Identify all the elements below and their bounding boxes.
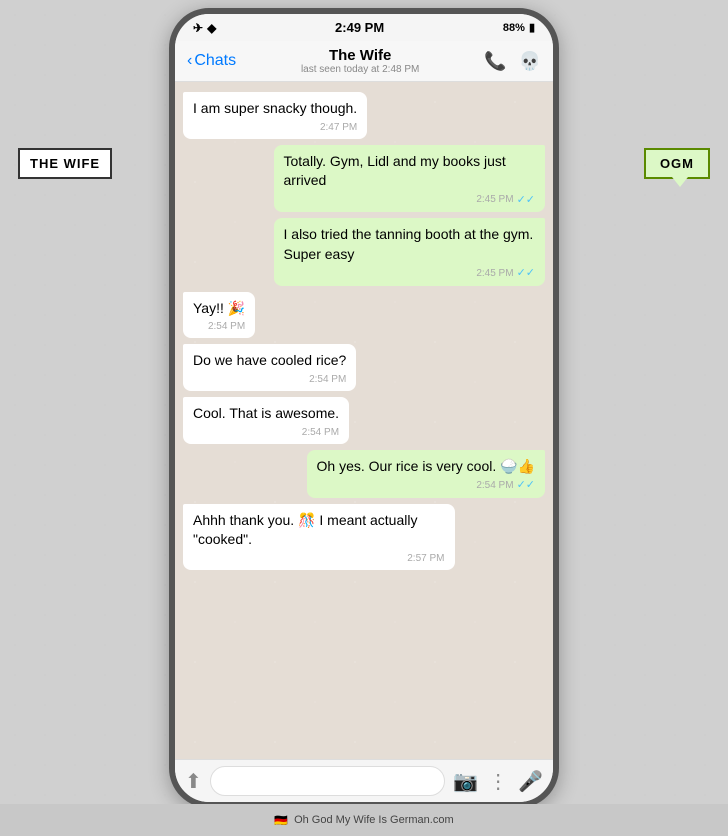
message-input[interactable] <box>210 766 445 796</box>
message-bubble: Oh yes. Our rice is very cool. 🍚👍 2:54 PM… <box>307 450 545 498</box>
camera-button[interactable]: 📷 <box>453 769 478 794</box>
skull-icon[interactable]: 💀 <box>519 51 541 72</box>
message-check: ✓✓ <box>517 478 535 493</box>
message-bubble: Do we have cooled rice? 2:54 PM <box>183 344 356 391</box>
message-bubble: I am super snacky though. 2:47 PM <box>183 92 367 139</box>
footer-text: Oh God My Wife Is German.com <box>294 814 454 826</box>
ogm-label: OGM <box>644 148 710 179</box>
nav-icons: 📞 💀 <box>484 51 541 72</box>
message-check: ✓✓ <box>517 266 535 281</box>
message-text: Do we have cooled rice? <box>193 352 346 368</box>
message-time: 2:45 PM <box>476 267 513 281</box>
message-check: ✓✓ <box>517 193 535 208</box>
nav-bar: ‹ Chats The Wife last seen today at 2:48… <box>175 41 553 82</box>
bottom-icons: 📷 ⋮ 🎤 <box>453 769 543 794</box>
battery-pct: 88% <box>503 22 525 34</box>
message-row: Ahhh thank you. 🎊 I meant actually "cook… <box>183 504 545 570</box>
back-label[interactable]: Chats <box>194 52 236 70</box>
message-bubble: I also tried the tanning booth at the gy… <box>274 218 546 286</box>
menu-button[interactable]: ⋮ <box>488 769 508 794</box>
chat-area: I am super snacky though. 2:47 PM Totally.… <box>175 82 553 759</box>
airplane-icon: ✈ <box>193 21 203 35</box>
wife-label: THE WIFE <box>18 148 112 179</box>
message-text: Oh yes. Our rice is very cool. 🍚👍 <box>317 458 535 474</box>
message-row: I also tried the tanning booth at the gy… <box>183 218 545 286</box>
message-bubble: Yay!! 🎉 2:54 PM <box>183 292 255 339</box>
footer-bar: 🇩🇪 Oh God My Wife Is German.com <box>0 804 728 836</box>
message-time: 2:45 PM <box>476 193 513 207</box>
last-seen: last seen today at 2:48 PM <box>244 64 476 75</box>
message-time: 2:54 PM <box>208 320 245 334</box>
message-text: Yay!! 🎉 <box>193 300 245 316</box>
message-row: Oh yes. Our rice is very cool. 🍚👍 2:54 PM… <box>183 450 545 498</box>
wifi-icon: ◆ <box>207 21 216 35</box>
status-left: ✈ ◆ <box>193 21 216 35</box>
message-row: Yay!! 🎉 2:54 PM <box>183 292 545 339</box>
message-time: 2:57 PM <box>407 552 444 566</box>
phone-icon[interactable]: 📞 <box>484 51 506 72</box>
message-text: I also tried the tanning booth at the gy… <box>284 226 534 262</box>
bottom-bar: ⬆ 📷 ⋮ 🎤 <box>175 759 553 802</box>
mic-button[interactable]: 🎤 <box>518 769 543 794</box>
message-text: Totally. Gym, Lidl and my books just arr… <box>284 153 506 189</box>
message-text: Ahhh thank you. 🎊 I meant actually "cook… <box>193 512 417 548</box>
upload-button[interactable]: ⬆ <box>185 769 202 794</box>
message-text: Cool. That is awesome. <box>193 405 339 421</box>
message-row: Cool. That is awesome. 2:54 PM <box>183 397 545 444</box>
status-time: 2:49 PM <box>335 20 384 35</box>
status-right: 88% ▮ <box>503 21 535 34</box>
message-bubble: Cool. That is awesome. 2:54 PM <box>183 397 349 444</box>
phone-shell: ✈ ◆ 2:49 PM 88% ▮ ‹ Chats The Wife last … <box>169 8 559 808</box>
message-text: I am super snacky though. <box>193 100 357 116</box>
message-time: 2:54 PM <box>302 426 339 440</box>
message-row: Totally. Gym, Lidl and my books just arr… <box>183 145 545 213</box>
contact-name: The Wife <box>244 47 476 64</box>
chevron-left-icon: ‹ <box>187 52 192 70</box>
message-bubble: Ahhh thank you. 🎊 I meant actually "cook… <box>183 504 455 570</box>
battery-icon: ▮ <box>529 21 535 34</box>
nav-title-area: The Wife last seen today at 2:48 PM <box>244 47 476 75</box>
footer-icon: 🇩🇪 <box>274 814 288 827</box>
message-time: 2:54 PM <box>309 373 346 387</box>
message-row: I am super snacky though. 2:47 PM <box>183 92 545 139</box>
message-time: 2:54 PM <box>476 479 513 493</box>
status-bar: ✈ ◆ 2:49 PM 88% ▮ <box>175 14 553 41</box>
message-bubble: Totally. Gym, Lidl and my books just arr… <box>274 145 546 213</box>
message-row: Do we have cooled rice? 2:54 PM <box>183 344 545 391</box>
message-time: 2:47 PM <box>320 121 357 135</box>
back-button[interactable]: ‹ Chats <box>187 52 236 70</box>
